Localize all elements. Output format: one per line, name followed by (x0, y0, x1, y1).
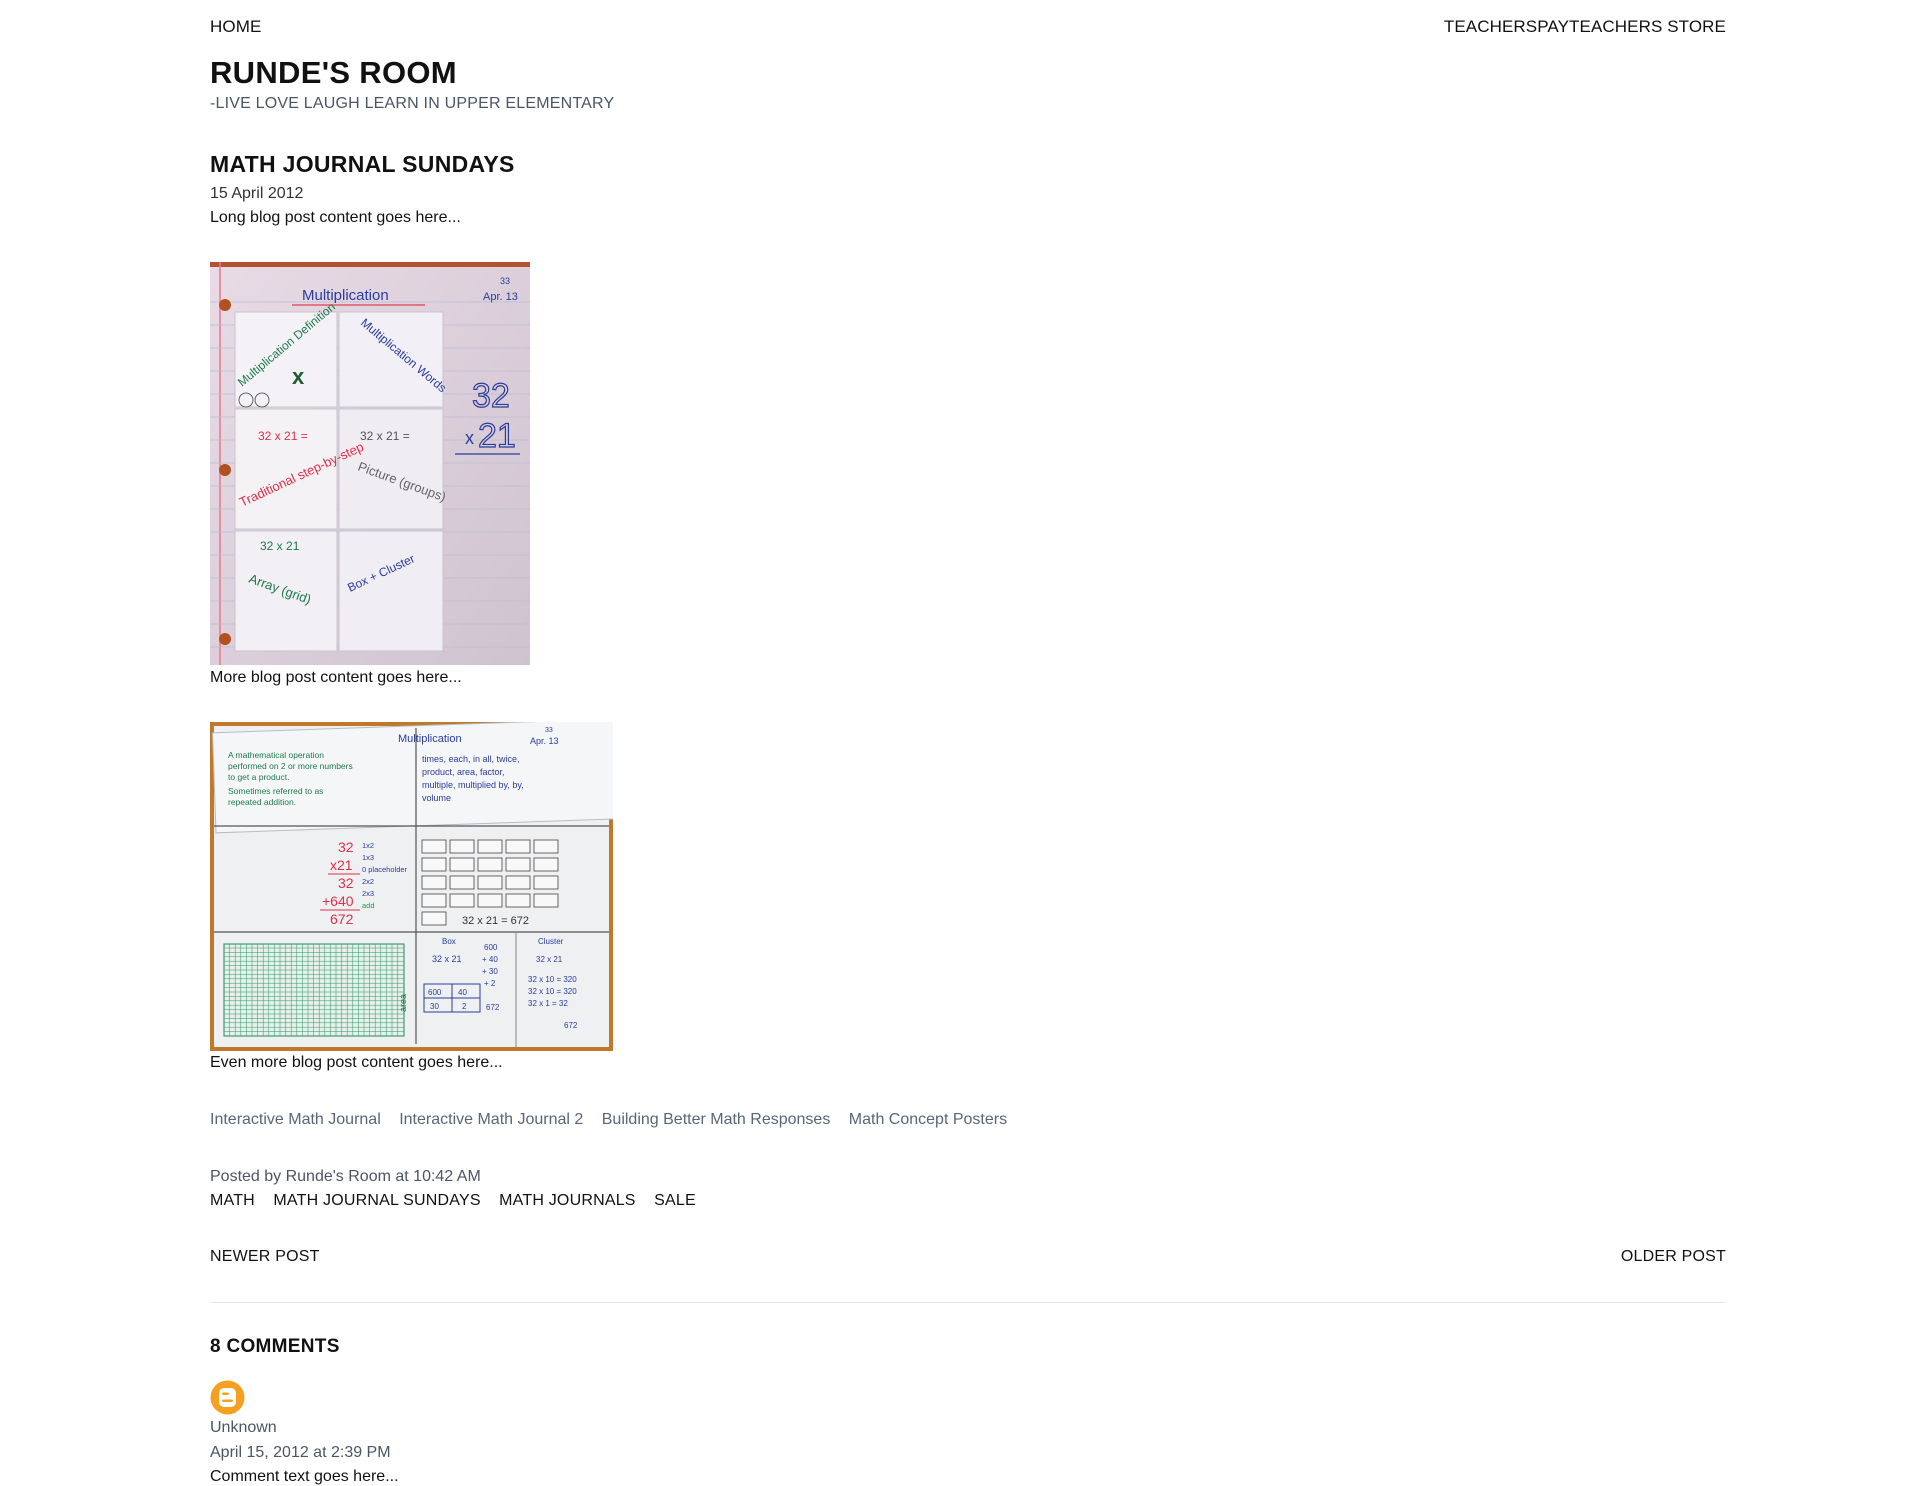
math-journal-photo-1[interactable]: Multiplication 33 Apr. 13 Multiplication… (210, 262, 530, 665)
blog-description: -LIVE LOVE LAUGH LEARN IN UPPER ELEMENTA… (210, 95, 615, 112)
flap-definition (234, 311, 338, 408)
cluster-line: 32 x 21 (536, 955, 563, 964)
post-pager: NEWER POST OLDER POST (210, 1248, 1726, 1270)
side-number-top: 32 (472, 377, 510, 415)
side-times-icon: x (465, 428, 474, 448)
related-post-link[interactable]: Interactive Math Journal 2 (399, 1111, 583, 1128)
photo2-heading: Multiplication (398, 733, 462, 745)
top-nav: HOME TEACHERSPAYTEACHERS STORE (210, 17, 1726, 41)
post-labels: MATH MATH JOURNAL SUNDAYS MATH JOURNALS … (210, 1192, 710, 1210)
flap-words (338, 311, 444, 408)
comment-date[interactable]: April 15, 2012 at 2:39 PM (210, 1444, 391, 1462)
post-body-paragraph: Even more blog post content goes here... (210, 1054, 503, 1071)
section-divider (210, 1302, 1726, 1303)
photo2-page-number: 33 (545, 727, 553, 734)
traditional-line: 32 (338, 875, 354, 891)
related-post-link[interactable]: Math Concept Posters (849, 1111, 1007, 1128)
groups-equation: 32 x 21 = 672 (462, 915, 529, 927)
nav-store-link[interactable]: TEACHERSPAYTEACHERS STORE (1444, 17, 1726, 37)
label-link[interactable]: MATH JOURNALS (499, 1192, 636, 1209)
box-cell: 600 (428, 988, 442, 997)
traditional-step: add (362, 901, 375, 910)
newer-post-link[interactable]: NEWER POST (210, 1248, 320, 1266)
post-date: 15 April 2012 (210, 185, 304, 202)
photo1-date: Apr. 13 (483, 291, 518, 303)
words-line: product, area, factor, (422, 767, 505, 777)
box-sum-line: + 2 (484, 979, 496, 988)
traditional-step: 2x3 (362, 889, 374, 898)
traditional-step: 2x2 (362, 877, 374, 886)
binder-hole (219, 464, 231, 476)
words-line: multiple, multiplied by, by, (422, 780, 524, 790)
math-journal-photo-2[interactable]: Multiplication 33 Apr. 13 A mathematical… (210, 722, 613, 1051)
post-title: MATH JOURNAL SUNDAYS (210, 151, 515, 177)
cluster-title: Cluster (538, 937, 564, 946)
box-title: Box (442, 937, 456, 946)
comment-text: Comment text goes here... (210, 1468, 399, 1485)
traditional-step: 1x3 (362, 853, 374, 862)
cluster-line: 672 (564, 1021, 578, 1030)
box-sum-line: + 30 (482, 967, 498, 976)
traditional-line: +640 (322, 893, 354, 909)
side-number-bottom: 21 (478, 417, 516, 455)
cluster-line: 32 x 10 = 320 (528, 987, 577, 996)
definition-line: Sometimes referred to as (228, 786, 323, 796)
binder-hole (219, 299, 231, 311)
definition-line: to get a product. (228, 772, 289, 782)
traditional-line: x21 (330, 857, 353, 873)
cluster-line: 32 x 10 = 320 (528, 975, 577, 984)
traditional-line: 32 (338, 839, 354, 855)
photo2-date: Apr. 13 (530, 736, 559, 746)
flap-label: 32 x 21 (260, 539, 300, 553)
definition-line: performed on 2 or more numbers (228, 761, 353, 771)
flap-label: 32 x 21 = (360, 429, 410, 443)
blog-title[interactable]: RUNDE'S ROOM (210, 55, 457, 91)
box-equation: 32 x 21 (432, 954, 462, 964)
multiply-x-icon: x (292, 364, 305, 389)
table-edge (210, 262, 530, 267)
box-cell: 30 (430, 1002, 439, 1011)
traditional-step: 1x2 (362, 841, 374, 850)
older-post-link[interactable]: OLDER POST (1621, 1248, 1726, 1266)
words-line: volume (422, 793, 451, 803)
post-body-paragraph: More blog post content goes here... (210, 669, 462, 686)
related-post-link[interactable]: Building Better Math Responses (602, 1111, 831, 1128)
related-post-link[interactable]: Interactive Math Journal (210, 1111, 381, 1128)
post-byline: Posted by Runde's Room at 10:42 AM (210, 1168, 481, 1185)
definition-line: A mathematical operation (228, 750, 324, 760)
box-sum-line: 600 (484, 943, 498, 952)
definition-line: repeated addition. (228, 797, 296, 807)
array-label: area (398, 994, 408, 1012)
photo1-heading: Multiplication (302, 287, 389, 304)
photo1-page-number: 33 (500, 276, 510, 286)
binder-hole (219, 633, 231, 645)
box-cell: 2 (462, 1002, 467, 1011)
box-sum-line: + 40 (482, 955, 498, 964)
array-grid (223, 943, 405, 1037)
comments-title: 8 COMMENTS (210, 1336, 340, 1357)
traditional-step: 0 placeholder (362, 865, 408, 874)
box-sum-line: 672 (486, 1003, 500, 1012)
label-link[interactable]: MATH (210, 1192, 255, 1209)
label-link[interactable]: MATH JOURNAL SUNDAYS (273, 1192, 480, 1209)
traditional-line: 672 (330, 911, 354, 927)
box-cell: 40 (458, 988, 467, 997)
related-posts: Interactive Math Journal Interactive Mat… (210, 1111, 1021, 1129)
label-link[interactable]: SALE (654, 1192, 696, 1209)
post-body-paragraph: Long blog post content goes here... (210, 209, 461, 226)
blogger-avatar-icon[interactable] (210, 1380, 245, 1415)
nav-home-link[interactable]: HOME (210, 17, 261, 37)
comment-author[interactable]: Unknown (210, 1419, 277, 1437)
words-line: times, each, in all, twice, (422, 754, 520, 764)
flap-label: 32 x 21 = (258, 429, 308, 443)
cluster-line: 32 x 1 = 32 (528, 999, 568, 1008)
